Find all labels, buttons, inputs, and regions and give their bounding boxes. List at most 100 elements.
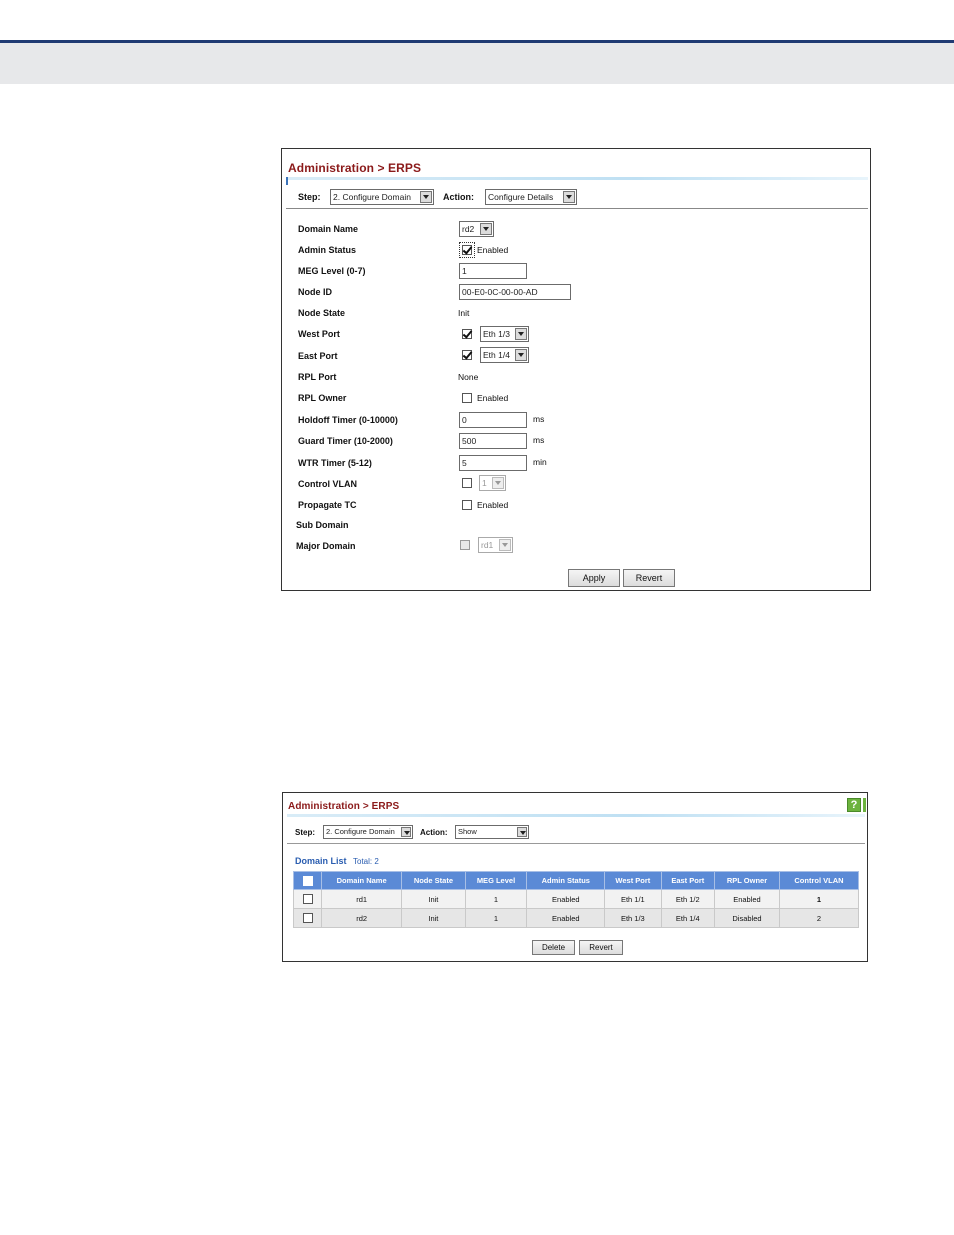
erps-configure-details-panel: Administration > ERPS Step: 2. Configure… — [281, 148, 871, 591]
rpl-port-label: RPL Port — [298, 372, 337, 382]
east-port-value: Eth 1/4 — [483, 350, 510, 360]
chevron-down-icon — [480, 223, 492, 235]
cell-west-port: Eth 1/3 — [604, 908, 662, 928]
revert-button[interactable]: Revert — [623, 569, 675, 587]
row-select-cell — [293, 908, 322, 928]
west-port-select[interactable]: Eth 1/3 — [480, 326, 529, 342]
chevron-down-icon — [499, 539, 511, 551]
cell-rpl-owner: Enabled — [713, 889, 780, 909]
apply-button[interactable]: Apply — [568, 569, 620, 587]
node-id-label: Node ID — [298, 287, 333, 297]
action-select-value: Configure Details — [488, 192, 554, 202]
meg-level-input[interactable]: 1 — [459, 263, 527, 279]
table-row: rd1 Init 1 Enabled Eth 1/1 Eth 1/2 Enabl… — [293, 889, 860, 909]
col-meg-level: MEG Level — [464, 871, 528, 890]
row-checkbox[interactable] — [302, 894, 313, 904]
admin-status-label: Admin Status — [298, 245, 357, 255]
rpl-port-value: None — [458, 372, 479, 382]
col-node-state: Node State — [401, 871, 466, 890]
action-label: Action: — [443, 192, 474, 202]
guard-timer-input[interactable]: 500 — [459, 433, 527, 449]
node-state-value: Init — [458, 308, 470, 318]
major-domain-value: rd1 — [481, 540, 494, 550]
action-select[interactable]: Configure Details — [485, 189, 577, 205]
step-select[interactable]: 2. Configure Domain — [330, 189, 434, 205]
title-underline — [287, 814, 865, 817]
admin-status-text: Enabled — [477, 245, 509, 255]
control-vlan-checkbox[interactable] — [462, 478, 472, 488]
west-port-checkbox[interactable] — [462, 329, 472, 339]
domain-name-value: rd2 — [462, 224, 475, 234]
major-domain-checkbox[interactable] — [460, 540, 470, 550]
cell-east-port: Eth 1/4 — [660, 908, 715, 928]
chevron-down-icon — [517, 827, 527, 837]
step-select-value: 2. Configure Domain — [326, 827, 395, 836]
domain-table: Domain Name Node State MEG Level Admin S… — [293, 871, 860, 928]
east-port-checkbox[interactable] — [462, 350, 472, 360]
domain-list-total: Total: 2 — [353, 857, 379, 866]
page-title: Administration > ERPS — [288, 801, 400, 812]
rpl-owner-checkbox[interactable] — [462, 393, 472, 403]
cell-east-port: Eth 1/2 — [660, 889, 715, 909]
col-domain-name: Domain Name — [320, 871, 403, 890]
wtr-timer-input[interactable]: 5 — [459, 455, 527, 471]
chevron-down-icon — [515, 328, 527, 340]
delete-button[interactable]: Delete — [532, 940, 575, 955]
cell-admin-status: Enabled — [526, 889, 606, 909]
step-label: Step: — [295, 828, 315, 837]
cell-meg-level: 1 — [464, 908, 528, 928]
table-header-row: Domain Name Node State MEG Level Admin S… — [293, 871, 860, 890]
wtr-timer-unit: min — [533, 457, 547, 467]
cell-domain-name: rd2 — [320, 908, 403, 928]
holdoff-timer-unit: ms — [533, 414, 545, 424]
col-rpl-owner: RPL Owner — [713, 871, 780, 890]
sub-domain-label: Sub Domain — [296, 520, 349, 530]
cell-domain-name: rd1 — [320, 889, 403, 909]
row-checkbox[interactable] — [302, 913, 313, 923]
col-control-vlan: Control VLAN — [778, 871, 860, 890]
step-select[interactable]: 2. Configure Domain — [323, 825, 413, 839]
col-admin-status: Admin Status — [526, 871, 606, 890]
select-all-checkbox[interactable] — [302, 875, 313, 886]
rpl-owner-text: Enabled — [477, 393, 509, 403]
guard-timer-label: Guard Timer (10-2000) — [298, 436, 393, 446]
step-select-value: 2. Configure Domain — [333, 192, 411, 202]
control-vlan-label: Control VLAN — [298, 479, 357, 489]
wtr-timer-label: WTR Timer (5-12) — [298, 458, 372, 468]
control-vlan-value: 1 — [482, 478, 487, 488]
select-all-cell — [293, 871, 322, 890]
title-accent — [286, 177, 288, 185]
action-select[interactable]: Show — [455, 825, 529, 839]
control-vlan-select[interactable]: 1 — [479, 475, 506, 491]
chevron-down-icon — [492, 477, 504, 489]
domain-list-title: Domain List — [295, 856, 347, 866]
divider — [287, 843, 865, 844]
cell-west-port: Eth 1/1 — [604, 889, 662, 909]
domain-name-select[interactable]: rd2 — [459, 221, 494, 237]
cell-admin-status: Enabled — [526, 908, 606, 928]
east-port-label: East Port — [298, 351, 338, 361]
major-domain-select[interactable]: rd1 — [478, 537, 513, 553]
title-underline — [286, 177, 868, 180]
node-id-input[interactable]: 00-E0-0C-00-00-AD — [459, 284, 571, 300]
row-select-cell — [293, 889, 322, 909]
cell-control-vlan: 1 — [778, 889, 860, 909]
propagate-tc-text: Enabled — [477, 500, 509, 510]
major-domain-label: Major Domain — [296, 541, 356, 551]
domain-name-label: Domain Name — [298, 224, 359, 234]
admin-status-checkbox[interactable] — [462, 245, 472, 255]
meg-level-label: MEG Level (0-7) — [298, 266, 366, 276]
east-port-select[interactable]: Eth 1/4 — [480, 347, 529, 363]
divider — [286, 208, 868, 209]
cell-control-vlan: 2 — [778, 908, 860, 928]
page-title: Administration > ERPS — [288, 161, 422, 175]
col-east-port: East Port — [660, 871, 715, 890]
erps-domain-list-panel: Administration > ERPS ? Step: 2. Configu… — [282, 792, 868, 962]
holdoff-timer-input[interactable]: 0 — [459, 412, 527, 428]
propagate-tc-checkbox[interactable] — [462, 500, 472, 510]
help-icon[interactable]: ? — [847, 798, 861, 812]
cell-node-state: Init — [401, 889, 466, 909]
west-port-label: West Port — [298, 329, 340, 339]
cell-rpl-owner: Disabled — [713, 908, 780, 928]
revert-button[interactable]: Revert — [579, 940, 623, 955]
